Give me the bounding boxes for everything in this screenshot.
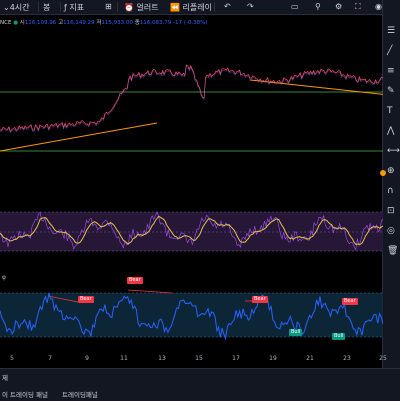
replay-button[interactable]: ⏪ 리플레이 xyxy=(170,2,212,13)
bear-signal-badge: Bear xyxy=(127,277,143,284)
x-tick: 7 xyxy=(48,355,52,362)
zoom-icon[interactable]: ⊕ xyxy=(387,166,395,176)
trading-panel-tab[interactable]: 이 트레이딩 패널 xyxy=(2,389,48,399)
pattern-icon[interactable]: ⋀ xyxy=(387,126,394,136)
divider xyxy=(38,2,39,12)
alert-label: 얼러트 xyxy=(136,3,159,12)
drawing-toolbar: ☰ ╱ ≡ ✎ T ⋀ ⟷ ⊕ ∩ ⊡ ◎ 🗑 xyxy=(382,0,400,400)
x-tick: 17 xyxy=(232,355,240,362)
bull-signal-badge: Bull xyxy=(332,333,346,340)
divider xyxy=(214,2,215,12)
last-price-marker xyxy=(380,170,386,176)
x-tick: 9 xyxy=(85,355,89,362)
x-tick: 11 xyxy=(120,355,128,362)
measure-icon[interactable]: ⟷ xyxy=(387,146,400,156)
bear-signal-badge: Bear xyxy=(342,298,358,305)
text-icon[interactable]: T xyxy=(387,106,393,116)
eye-icon[interactable]: ◎ xyxy=(387,226,395,236)
bottom-panel: 제 이 트레이딩 패널 트레이딩패널 xyxy=(0,368,400,401)
templates-icon[interactable]: ⊞ xyxy=(105,2,112,11)
divider xyxy=(60,2,61,12)
fullscreen-icon[interactable]: ⛶ xyxy=(355,2,361,12)
bear-signal-badge: Bear xyxy=(252,296,268,303)
replay-icon: ⏪ xyxy=(170,3,180,12)
chevron-down-icon: ⌄ xyxy=(3,3,10,12)
bull-signal-badge: Bull xyxy=(289,329,303,336)
uptrend-line[interactable] xyxy=(0,122,158,152)
x-tick: 19 xyxy=(269,355,277,362)
x-tick: 23 xyxy=(343,355,351,362)
bottom-tab[interactable]: 제 xyxy=(2,372,8,382)
time-axis[interactable]: 5 7 9 11 13 15 17 19 21 23 25 xyxy=(0,355,387,367)
ohlc-legend: NCE ● 시116,109.96 고116,149.29 저115,933.0… xyxy=(0,18,207,26)
bear-divergence-line xyxy=(127,289,173,294)
replay-label: 리플레이 xyxy=(182,3,212,12)
interval-button[interactable]: ⌄4시간 xyxy=(3,2,30,13)
price-wick-series xyxy=(0,66,383,134)
fib-icon[interactable]: ≡ xyxy=(387,66,395,76)
trading-panel-tab[interactable]: 트레이딩패널 xyxy=(62,389,98,399)
chart-type-label: 봉 xyxy=(43,3,51,12)
brush-icon[interactable]: ✎ xyxy=(387,86,395,96)
x-tick: 15 xyxy=(195,355,203,362)
x-tick: 25 xyxy=(379,355,387,362)
oscillator-panel[interactable] xyxy=(0,193,383,265)
indicators-label: 지표 xyxy=(69,3,85,12)
rsi-band xyxy=(0,293,383,337)
divider xyxy=(117,2,118,12)
alarm-icon: ⏰ xyxy=(124,3,134,12)
search-icon[interactable]: ⚲ xyxy=(315,2,321,11)
settings-icon[interactable]: ⚙ xyxy=(335,2,342,11)
trash-icon[interactable]: 🗑 xyxy=(387,246,398,256)
bear-signal-badge: Bear xyxy=(78,296,94,303)
interval-label: 4시간 xyxy=(9,3,30,12)
price-chart[interactable] xyxy=(0,26,383,186)
indicators-button[interactable]: ƒ 지표 xyxy=(64,2,84,13)
x-tick: 5 xyxy=(10,355,14,362)
magnet-icon[interactable]: ∩ xyxy=(387,186,394,196)
x-tick: 13 xyxy=(158,355,166,362)
alert-button[interactable]: ⏰ 얼러트 xyxy=(124,2,159,13)
rsi-panel[interactable] xyxy=(0,280,383,352)
x-tick: 21 xyxy=(306,355,314,362)
indicators-icon: ƒ xyxy=(64,3,67,12)
chart-type-button[interactable]: 봉 xyxy=(43,2,50,13)
top-toolbar: ⌄4시간 봉 ƒ 지표 ⊞ ⏰ 얼러트 ⏪ 리플레이 ↶ ↷ ▭ ⚲ ⚙ ⛶ ◉ xyxy=(0,0,400,15)
trendline-icon[interactable]: ╱ xyxy=(387,46,392,56)
menu-icon[interactable]: ☰ xyxy=(387,26,395,36)
undo-icon[interactable]: ↶ xyxy=(224,2,231,11)
camera-icon[interactable]: ◉ xyxy=(375,2,382,11)
lock-icon[interactable]: ⊡ xyxy=(387,206,395,216)
layout-icon[interactable]: ▭ xyxy=(291,2,299,11)
redo-icon[interactable]: ↷ xyxy=(247,2,254,11)
